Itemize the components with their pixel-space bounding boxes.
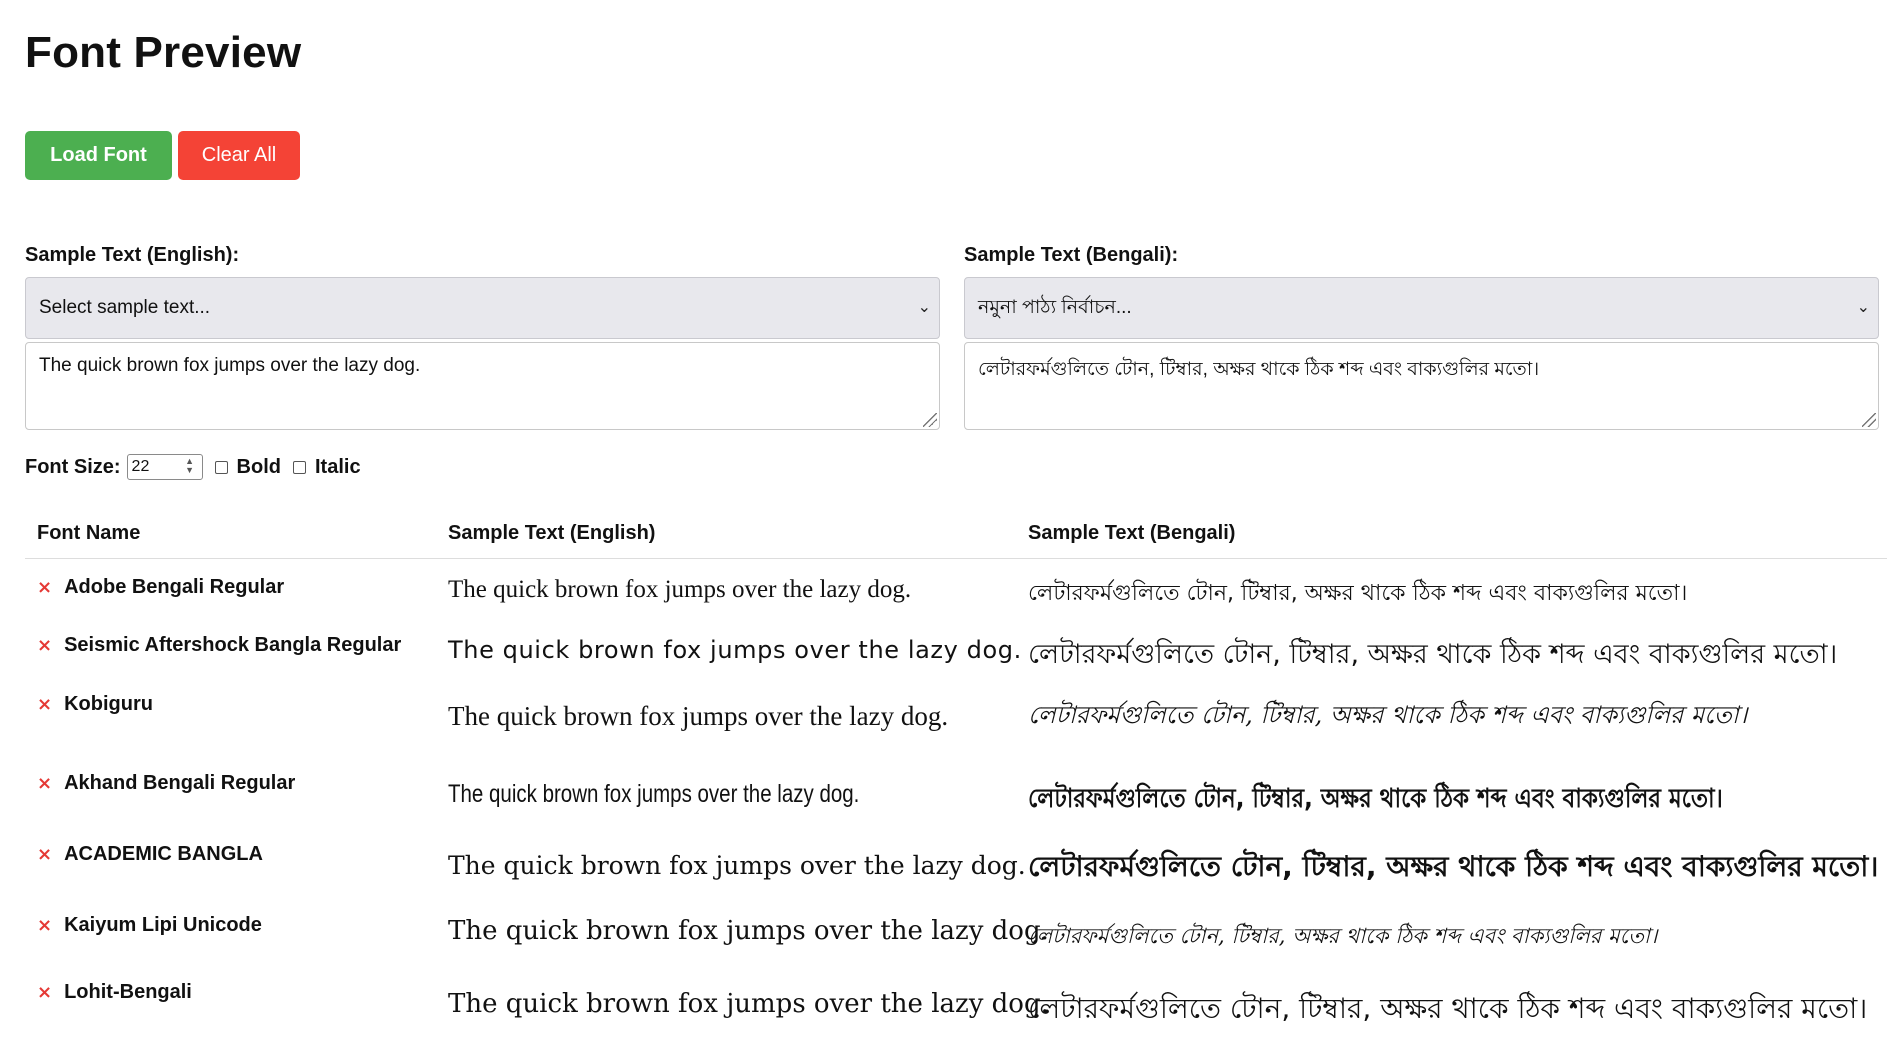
font-name: Adobe Bengali Regular [64,576,285,598]
resize-handle-icon[interactable] [1862,413,1876,427]
remove-font-icon[interactable]: × [37,773,52,794]
font-table-header: Font Name Sample Text (English) Sample T… [25,516,1887,559]
header-sample-bengali: Sample Text (Bengali) [1028,522,1236,544]
sample-english: The quick brown fox jumps over the lazy … [448,851,1026,880]
header-sample-english: Sample Text (English) [448,522,656,544]
font-name: Akhand Bengali Regular [64,772,296,794]
bengali-sample-select-value: নমুনা পাঠ্য নির্বাচন... [978,297,1132,318]
sample-bengali: লেটারফর্মগুলিতে টোন, টিম্বার, অক্ষর থাকে… [1028,581,1688,606]
header-font-name: Font Name [37,522,141,544]
style-controls: Font Size: 22 ▲ ▼ Bold Italic [25,452,361,482]
font-size-label: Font Size: [25,455,121,478]
sample-bengali: লেটারফর্মগুলিতে টোন, টিম্বার, অক্ষর থাকে… [1028,924,1658,948]
clear-all-button[interactable]: Clear All [178,131,300,180]
english-sample-textarea[interactable]: The quick brown fox jumps over the lazy … [25,342,940,430]
font-name: Seismic Aftershock Bangla Regular [64,634,402,656]
font-table: Font Name Sample Text (English) Sample T… [25,516,1887,1025]
sample-bengali: লেটারফর্মগুলিতে টোন, টিম্বার, অক্ষর থাকে… [1028,784,1723,814]
remove-font-icon[interactable]: × [37,982,52,1003]
sample-english: The quick brown fox jumps over the lazy … [448,780,860,808]
resize-handle-icon[interactable] [923,413,937,427]
italic-checkbox[interactable] [292,460,306,474]
remove-font-icon[interactable]: × [37,694,52,715]
sample-bengali: লেটারফর্মগুলিতে টোন, টিম্বার, অক্ষর থাকে… [1028,701,1748,729]
remove-font-icon[interactable]: × [37,844,52,865]
bengali-sample-section: Sample Text (Bengali): নমুনা পাঠ্য নির্ব… [964,244,1879,430]
page-title: Font Preview [25,28,302,77]
sample-english: The quick brown fox jumps over the lazy … [448,576,912,603]
remove-font-icon[interactable]: × [37,577,52,598]
english-sample-select-value: Select sample text... [39,297,211,318]
font-name: Lohit-Bengali [64,981,192,1003]
sample-english: The quick brown fox jumps over the lazy … [448,701,949,731]
remove-font-icon[interactable]: × [37,915,52,936]
english-sample-section: Sample Text (English): Select sample tex… [25,244,940,430]
sample-bengali: লেটারফর্মগুলিতে টোন, টিম্বার, অক্ষর থাকে… [1028,992,1868,1025]
sample-english: The quick brown fox jumps over the lazy … [448,989,1049,1019]
bengali-sample-textarea-value: লেটারফর্মগুলিতে টোন, টিম্বার, অক্ষর থাকে… [978,359,1540,380]
chevron-down-icon: ⌄ [917,299,931,316]
sample-bengali: লেটারফর্মগুলিতে টোন, টিম্বার, অক্ষর থাকে… [1028,639,1838,670]
english-sample-label: Sample Text (English): [25,244,240,266]
english-sample-select[interactable]: Select sample text... ⌄ [25,277,940,339]
load-font-button[interactable]: Load Font [25,131,172,180]
font-name: Kobiguru [64,693,153,715]
font-size-input[interactable]: 22 ▲ ▼ [126,454,203,480]
sample-english: The quick brown fox jumps over the lazy … [448,916,1049,946]
english-sample-textarea-value: The quick brown fox jumps over the lazy … [39,355,421,376]
font-name: ACADEMIC BANGLA [64,843,263,865]
bengali-sample-label: Sample Text (Bengali): [964,244,1179,266]
font-size-value: 22 [131,458,150,475]
bengali-sample-select[interactable]: নমুনা পাঠ্য নির্বাচন... ⌄ [964,277,1879,339]
bengali-sample-textarea[interactable]: লেটারফর্মগুলিতে টোন, টিম্বার, অক্ষর থাকে… [964,342,1879,430]
italic-label: Italic [314,455,361,478]
chevron-down-icon: ⌄ [1856,299,1870,316]
spinner-arrows-icon[interactable]: ▲ ▼ [184,457,196,477]
bold-checkbox[interactable] [214,460,228,474]
remove-font-icon[interactable]: × [37,635,52,656]
font-name: Kaiyum Lipi Unicode [64,914,262,936]
sample-english: The quick brown fox jumps over the lazy … [448,636,1022,664]
sample-bengali: লেটারফর্মগুলিতে টোন, টিম্বার, অক্ষর থাকে… [1028,850,1879,883]
bold-label: Bold [236,455,281,478]
